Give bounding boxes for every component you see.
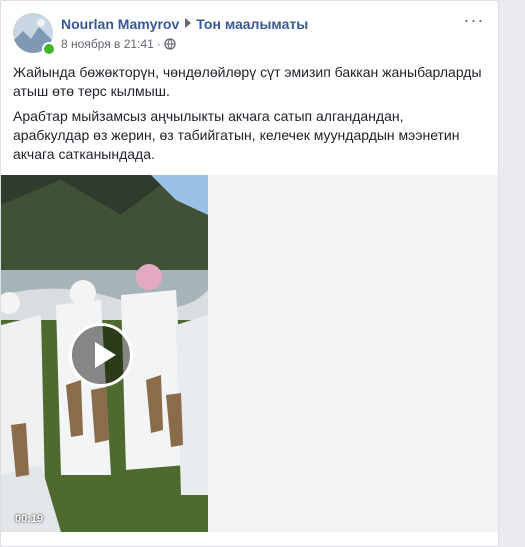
post-paragraph-2: Арабтар мыйзамсыз аңчылыкты акчага сатып… xyxy=(13,108,460,162)
post-meta: 8 ноября в 21:41 · xyxy=(61,37,176,53)
post-card: Nourlan Mamyrov Тон маалыматы 8 ноября в … xyxy=(0,0,499,547)
caret-right-icon xyxy=(185,18,192,28)
video-backdrop xyxy=(208,175,498,532)
meta-separator: · xyxy=(156,37,161,51)
post-timestamp[interactable]: 8 ноября в 21:41 xyxy=(61,37,154,51)
post-paragraph-1: Жайында бөжөкторүн, чөндөлөйлөрү сүт эми… xyxy=(13,64,482,99)
post-title: Nourlan Mamyrov Тон маалыматы xyxy=(61,16,308,32)
video-duration: 00:19 xyxy=(15,513,44,525)
post-header: Nourlan Mamyrov Тон маалыматы 8 ноября в … xyxy=(13,11,486,56)
author-name[interactable]: Nourlan Mamyrov xyxy=(61,16,179,32)
play-icon[interactable] xyxy=(69,323,133,387)
more-options-icon[interactable]: ··· xyxy=(462,11,486,33)
video-player[interactable]: 00:19 xyxy=(1,175,208,532)
target-page-name[interactable]: Тон маалыматы xyxy=(196,16,308,32)
globe-icon[interactable] xyxy=(164,38,176,53)
online-indicator xyxy=(42,42,56,56)
post-text: Жайында бөжөкторүн, чөндөлөйлөрү сүт эми… xyxy=(13,63,483,170)
